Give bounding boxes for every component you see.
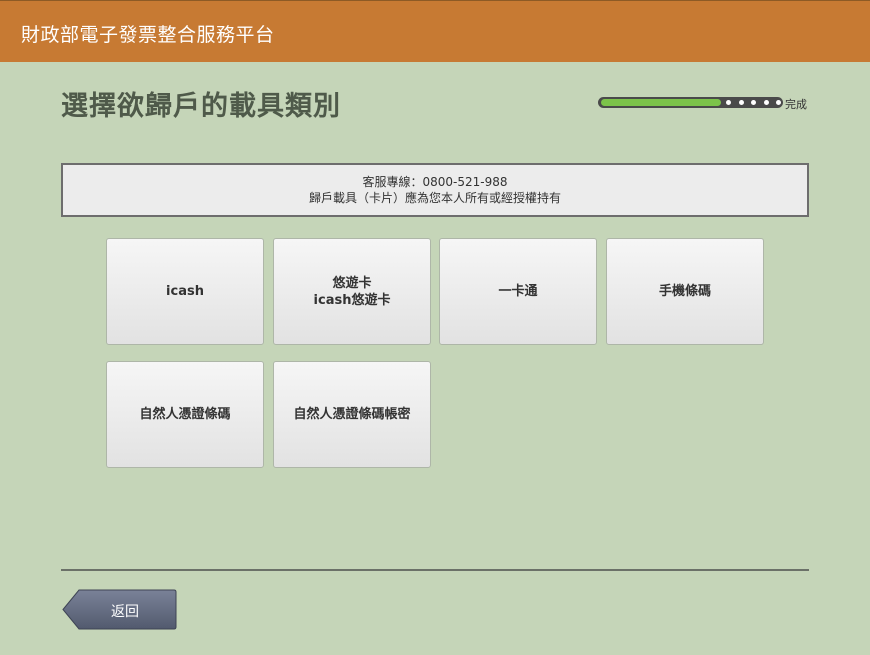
progress-step-dot bbox=[751, 100, 756, 105]
carrier-tile-icash[interactable]: icash bbox=[106, 238, 264, 345]
customer-service-line: 客服專線：0800-521-988 bbox=[362, 175, 508, 189]
notice-box: 客服專線：0800-521-988 歸戶載具（卡片）應為您本人所有或經授權持有 bbox=[61, 163, 809, 217]
progress-step-dot bbox=[738, 100, 744, 105]
progress-step-dot bbox=[763, 100, 769, 105]
back-button-label: 返回 bbox=[111, 604, 139, 620]
progress-fill bbox=[601, 99, 721, 106]
site-title: 財政部電子發票整合服務平台 bbox=[21, 24, 275, 46]
carrier-tile-citizen-certificate[interactable]: 自然人憑證條碼 bbox=[106, 361, 264, 468]
carrier-label: 悠遊卡 bbox=[332, 275, 372, 291]
page-title: 選擇欲歸戶的載具類別 bbox=[61, 91, 341, 122]
footer-divider bbox=[61, 569, 809, 571]
carrier-label: 一卡通 bbox=[498, 284, 538, 299]
carrier-label: 自然人憑證條碼帳密 bbox=[293, 407, 411, 422]
carrier-tile-easycard[interactable]: 悠遊卡 icash悠遊卡 bbox=[273, 238, 431, 345]
carrier-tile-citizen-certificate-account[interactable]: 自然人憑證條碼帳密 bbox=[273, 361, 431, 468]
carrier-sublabel: icash悠遊卡 bbox=[313, 292, 391, 308]
ownership-notice: 歸戶載具（卡片）應為您本人所有或經授權持有 bbox=[308, 191, 561, 205]
carrier-label: icash bbox=[166, 284, 204, 299]
progress-label: 完成 bbox=[785, 98, 807, 111]
progress-step-dot bbox=[726, 100, 731, 105]
carrier-label: 自然人憑證條碼 bbox=[139, 407, 231, 422]
progress-step-dot bbox=[776, 100, 781, 105]
back-button[interactable]: 返回 bbox=[61, 589, 177, 630]
header-bar: 財政部電子發票整合服務平台 bbox=[0, 0, 870, 62]
carrier-label: 手機條碼 bbox=[658, 284, 711, 299]
carrier-tile-ipass[interactable]: 一卡通 bbox=[439, 238, 597, 345]
progress-bar bbox=[598, 97, 783, 108]
carrier-tile-mobile-barcode[interactable]: 手機條碼 bbox=[606, 238, 764, 345]
